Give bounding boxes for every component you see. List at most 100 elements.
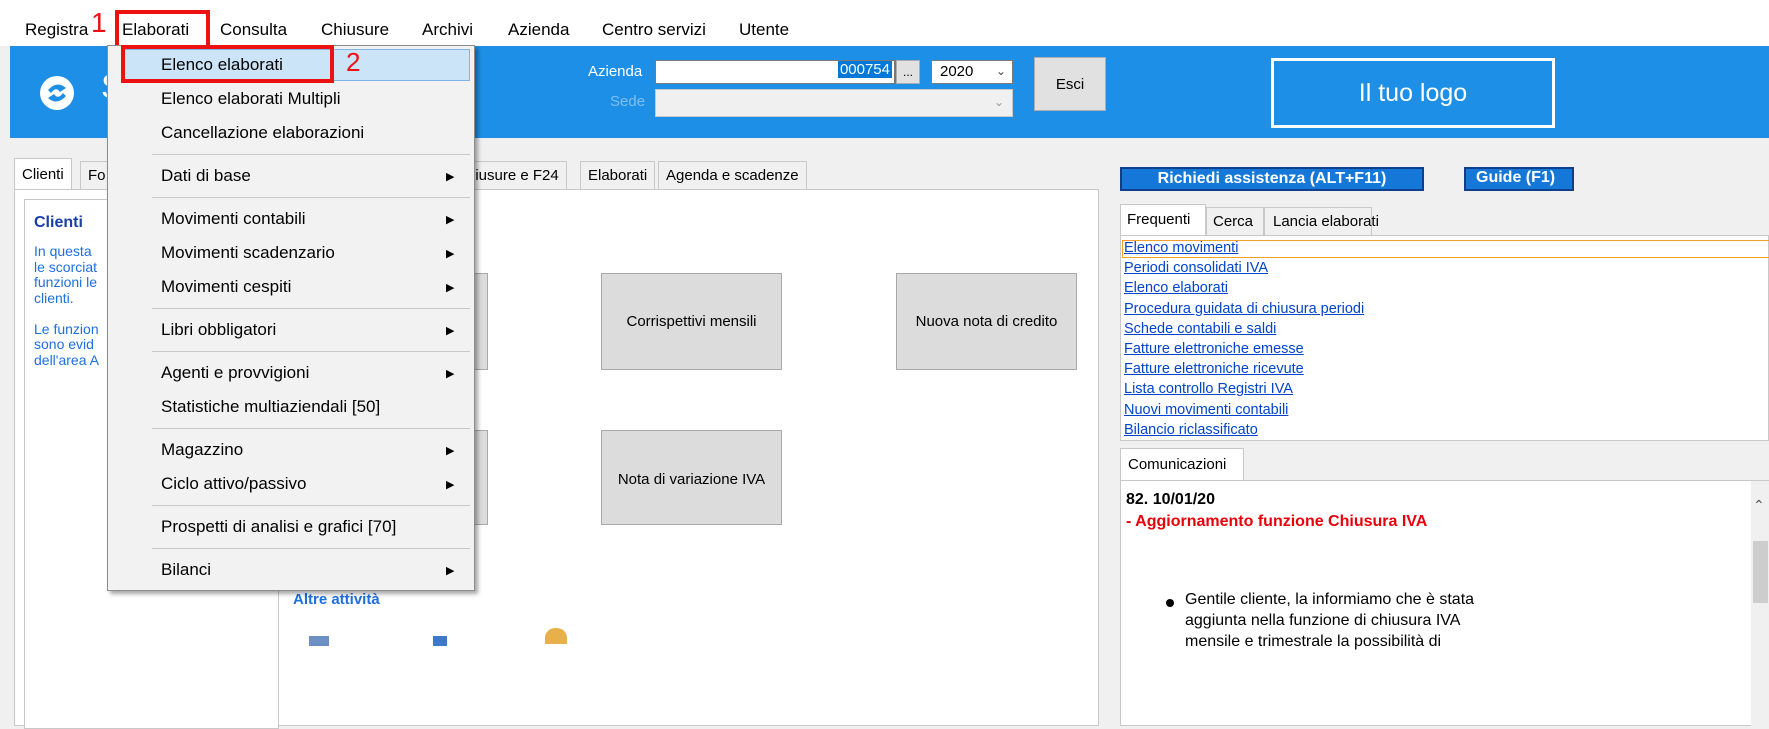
- menu-item-label: Movimenti contabili: [161, 209, 306, 228]
- scroll-up-icon[interactable]: ⌃: [1753, 497, 1765, 514]
- menu-item-prospetti-analisi[interactable]: Prospetti di analisi e grafici [70]: [108, 511, 474, 543]
- menu-item-label: Movimenti scadenzario: [161, 243, 335, 262]
- tab-comunicazioni[interactable]: Comunicazioni: [1120, 448, 1244, 480]
- tab-agenda-scadenze[interactable]: Agenda e scadenze: [658, 161, 807, 189]
- submenu-arrow-icon: ▶: [446, 170, 455, 183]
- tab-frequenti[interactable]: Frequenti: [1120, 204, 1206, 235]
- submenu-arrow-icon: ▶: [446, 281, 455, 294]
- menu-bar: Registra Elaborati Consulta Chiusure Arc…: [0, 0, 1769, 46]
- activity-icon[interactable]: [433, 636, 447, 646]
- menu-chiusure[interactable]: Chiusure: [321, 20, 389, 40]
- clienti-text-line: In questa: [34, 243, 92, 259]
- menu-centro-servizi[interactable]: Centro servizi: [602, 20, 706, 40]
- frequenti-links: Elenco movimenti Periodi consolidati IVA…: [1124, 238, 1364, 440]
- link-fatture-emesse[interactable]: Fatture elettroniche emesse: [1124, 339, 1364, 359]
- esci-button[interactable]: Esci: [1034, 57, 1106, 111]
- menu-separator: [152, 351, 470, 352]
- annotation-step-2: 2: [346, 47, 361, 77]
- menu-separator: [152, 154, 470, 155]
- clienti-text-spacer: [34, 306, 99, 322]
- link-elenco-movimenti[interactable]: Elenco movimenti: [1124, 238, 1364, 258]
- menu-item-label: Statistiche multiaziendali [50]: [161, 397, 381, 416]
- submenu-arrow-icon: ▶: [446, 247, 455, 260]
- menu-item-bilanci[interactable]: Bilanci ▶: [108, 554, 474, 586]
- tab-clienti[interactable]: Clienti: [14, 158, 72, 190]
- menu-item-elenco-elaborati-multipli[interactable]: Elenco elaborati Multipli: [108, 83, 474, 115]
- azienda-browse-button[interactable]: ...: [896, 60, 920, 84]
- link-bilancio-riclassificato[interactable]: Bilancio riclassificato: [1124, 420, 1364, 440]
- link-nuovi-movimenti[interactable]: Nuovi movimenti contabili: [1124, 400, 1364, 420]
- news-scrollbar[interactable]: ⌃: [1751, 481, 1769, 727]
- link-procedura-guidata-chiusura[interactable]: Procedura guidata di chiusura periodi: [1124, 299, 1364, 319]
- link-elenco-elaborati[interactable]: Elenco elaborati: [1124, 278, 1364, 298]
- menu-item-libri-obbligatori[interactable]: Libri obbligatori ▶: [108, 314, 474, 346]
- menu-item-magazzino[interactable]: Magazzino ▶: [108, 434, 474, 466]
- clienti-text-line: clienti.: [34, 289, 74, 306]
- submenu-arrow-icon: ▶: [446, 324, 455, 337]
- scrollbar-thumb[interactable]: [1753, 541, 1768, 603]
- menu-item-statistiche-multiaziendali[interactable]: Statistiche multiaziendali [50]: [108, 391, 474, 423]
- clienti-text-line: funzioni le: [34, 274, 98, 290]
- logo-placeholder: Il tuo logo: [1271, 58, 1555, 128]
- clienti-panel-title: Clienti: [34, 214, 83, 231]
- link-periodi-consolidati-iva[interactable]: Periodi consolidati IVA: [1124, 258, 1364, 278]
- news-body-line: mensile e trimestrale la possibilità di: [1185, 633, 1442, 650]
- sede-label: Sede: [610, 93, 646, 110]
- azienda-field[interactable]: 000754: [655, 60, 895, 84]
- azienda-label: Azienda: [588, 63, 643, 80]
- menu-registra[interactable]: Registra: [25, 20, 88, 40]
- link-fatture-ricevute[interactable]: Fatture elettroniche ricevute: [1124, 359, 1364, 379]
- year-value: 2020: [940, 63, 974, 80]
- tab-lancia-elaborati[interactable]: Lancia elaborati: [1264, 207, 1379, 235]
- menu-item-label: Movimenti cespiti: [161, 277, 292, 296]
- menu-archivi[interactable]: Archivi: [422, 20, 473, 40]
- tab-elaborati[interactable]: Elaborati: [580, 161, 656, 189]
- activity-icon[interactable]: [545, 628, 567, 644]
- menu-consulta[interactable]: Consulta: [220, 20, 287, 40]
- tile-nuova-nota-credito[interactable]: Nuova nota di credito: [896, 273, 1077, 370]
- menu-item-movimenti-scadenzario[interactable]: Movimenti scadenzario ▶: [108, 237, 474, 269]
- clienti-panel-text: In questa le scorciat funzioni le client…: [34, 243, 99, 368]
- altre-attivita-heading: Altre attività: [293, 591, 380, 608]
- clienti-text-line: dell'area A: [34, 351, 99, 368]
- menu-item-label: Agenti e provvigioni: [161, 363, 310, 382]
- tab-chiusure-f24[interactable]: hiusure e F24: [460, 161, 567, 189]
- sede-select[interactable]: ⌄: [655, 89, 1013, 117]
- menu-separator: [152, 505, 470, 506]
- menu-utente[interactable]: Utente: [739, 20, 789, 40]
- menu-item-agenti-provvigioni[interactable]: Agenti e provvigioni ▶: [108, 357, 474, 389]
- annotation-box-elenco-elaborati: [121, 45, 334, 83]
- comunicazioni-panel: 82. 10/01/20 - Aggiornamento funzione Ch…: [1120, 480, 1769, 727]
- elaborati-dropdown-menu: Elenco elaborati Elenco elaborati Multip…: [107, 45, 475, 591]
- menu-separator: [152, 308, 470, 309]
- chevron-down-icon: ⌄: [996, 64, 1007, 78]
- menu-item-label: Libri obbligatori: [161, 320, 277, 339]
- link-lista-controllo-registri[interactable]: Lista controllo Registri IVA: [1124, 379, 1364, 399]
- richiedi-assistenza-button[interactable]: Richiedi assistenza (ALT+F11): [1120, 167, 1424, 191]
- news-number-date: 82. 10/01/20: [1126, 491, 1215, 508]
- menu-azienda[interactable]: Azienda: [508, 20, 569, 40]
- menu-item-ciclo-attivo-passivo[interactable]: Ciclo attivo/passivo ▶: [108, 468, 474, 500]
- tile-nota-variazione-iva[interactable]: Nota di variazione IVA: [601, 430, 782, 525]
- menu-item-movimenti-contabili[interactable]: Movimenti contabili ▶: [108, 203, 474, 235]
- news-area-right: [1551, 481, 1769, 727]
- menu-item-cancellazione-elaborazioni[interactable]: Cancellazione elaborazioni: [108, 117, 474, 149]
- news-body: Gentile cliente, la informiamo che è sta…: [1185, 589, 1474, 652]
- menu-item-label: Bilanci: [161, 560, 212, 579]
- activity-icon[interactable]: [309, 636, 329, 646]
- tile-corrispettivi-mensili[interactable]: Corrispettivi mensili: [601, 273, 782, 370]
- menu-separator: [152, 428, 470, 429]
- submenu-arrow-icon: ▶: [446, 478, 455, 491]
- menu-item-label: Ciclo attivo/passivo: [161, 474, 307, 493]
- tab-cerca[interactable]: Cerca: [1206, 207, 1264, 235]
- menu-item-label: Dati di base: [161, 166, 251, 185]
- annotation-step-1: 1: [91, 7, 107, 38]
- chevron-down-icon: ⌄: [994, 95, 1005, 109]
- app-logo-icon: [40, 76, 74, 110]
- clienti-text-line: le scorciat: [34, 258, 98, 275]
- year-select[interactable]: 2020 ⌄: [931, 60, 1013, 84]
- guide-button[interactable]: Guide (F1): [1464, 167, 1574, 191]
- menu-item-dati-di-base[interactable]: Dati di base ▶: [108, 160, 474, 192]
- link-schede-contabili[interactable]: Schede contabili e saldi: [1124, 319, 1364, 339]
- menu-item-movimenti-cespiti[interactable]: Movimenti cespiti ▶: [108, 271, 474, 303]
